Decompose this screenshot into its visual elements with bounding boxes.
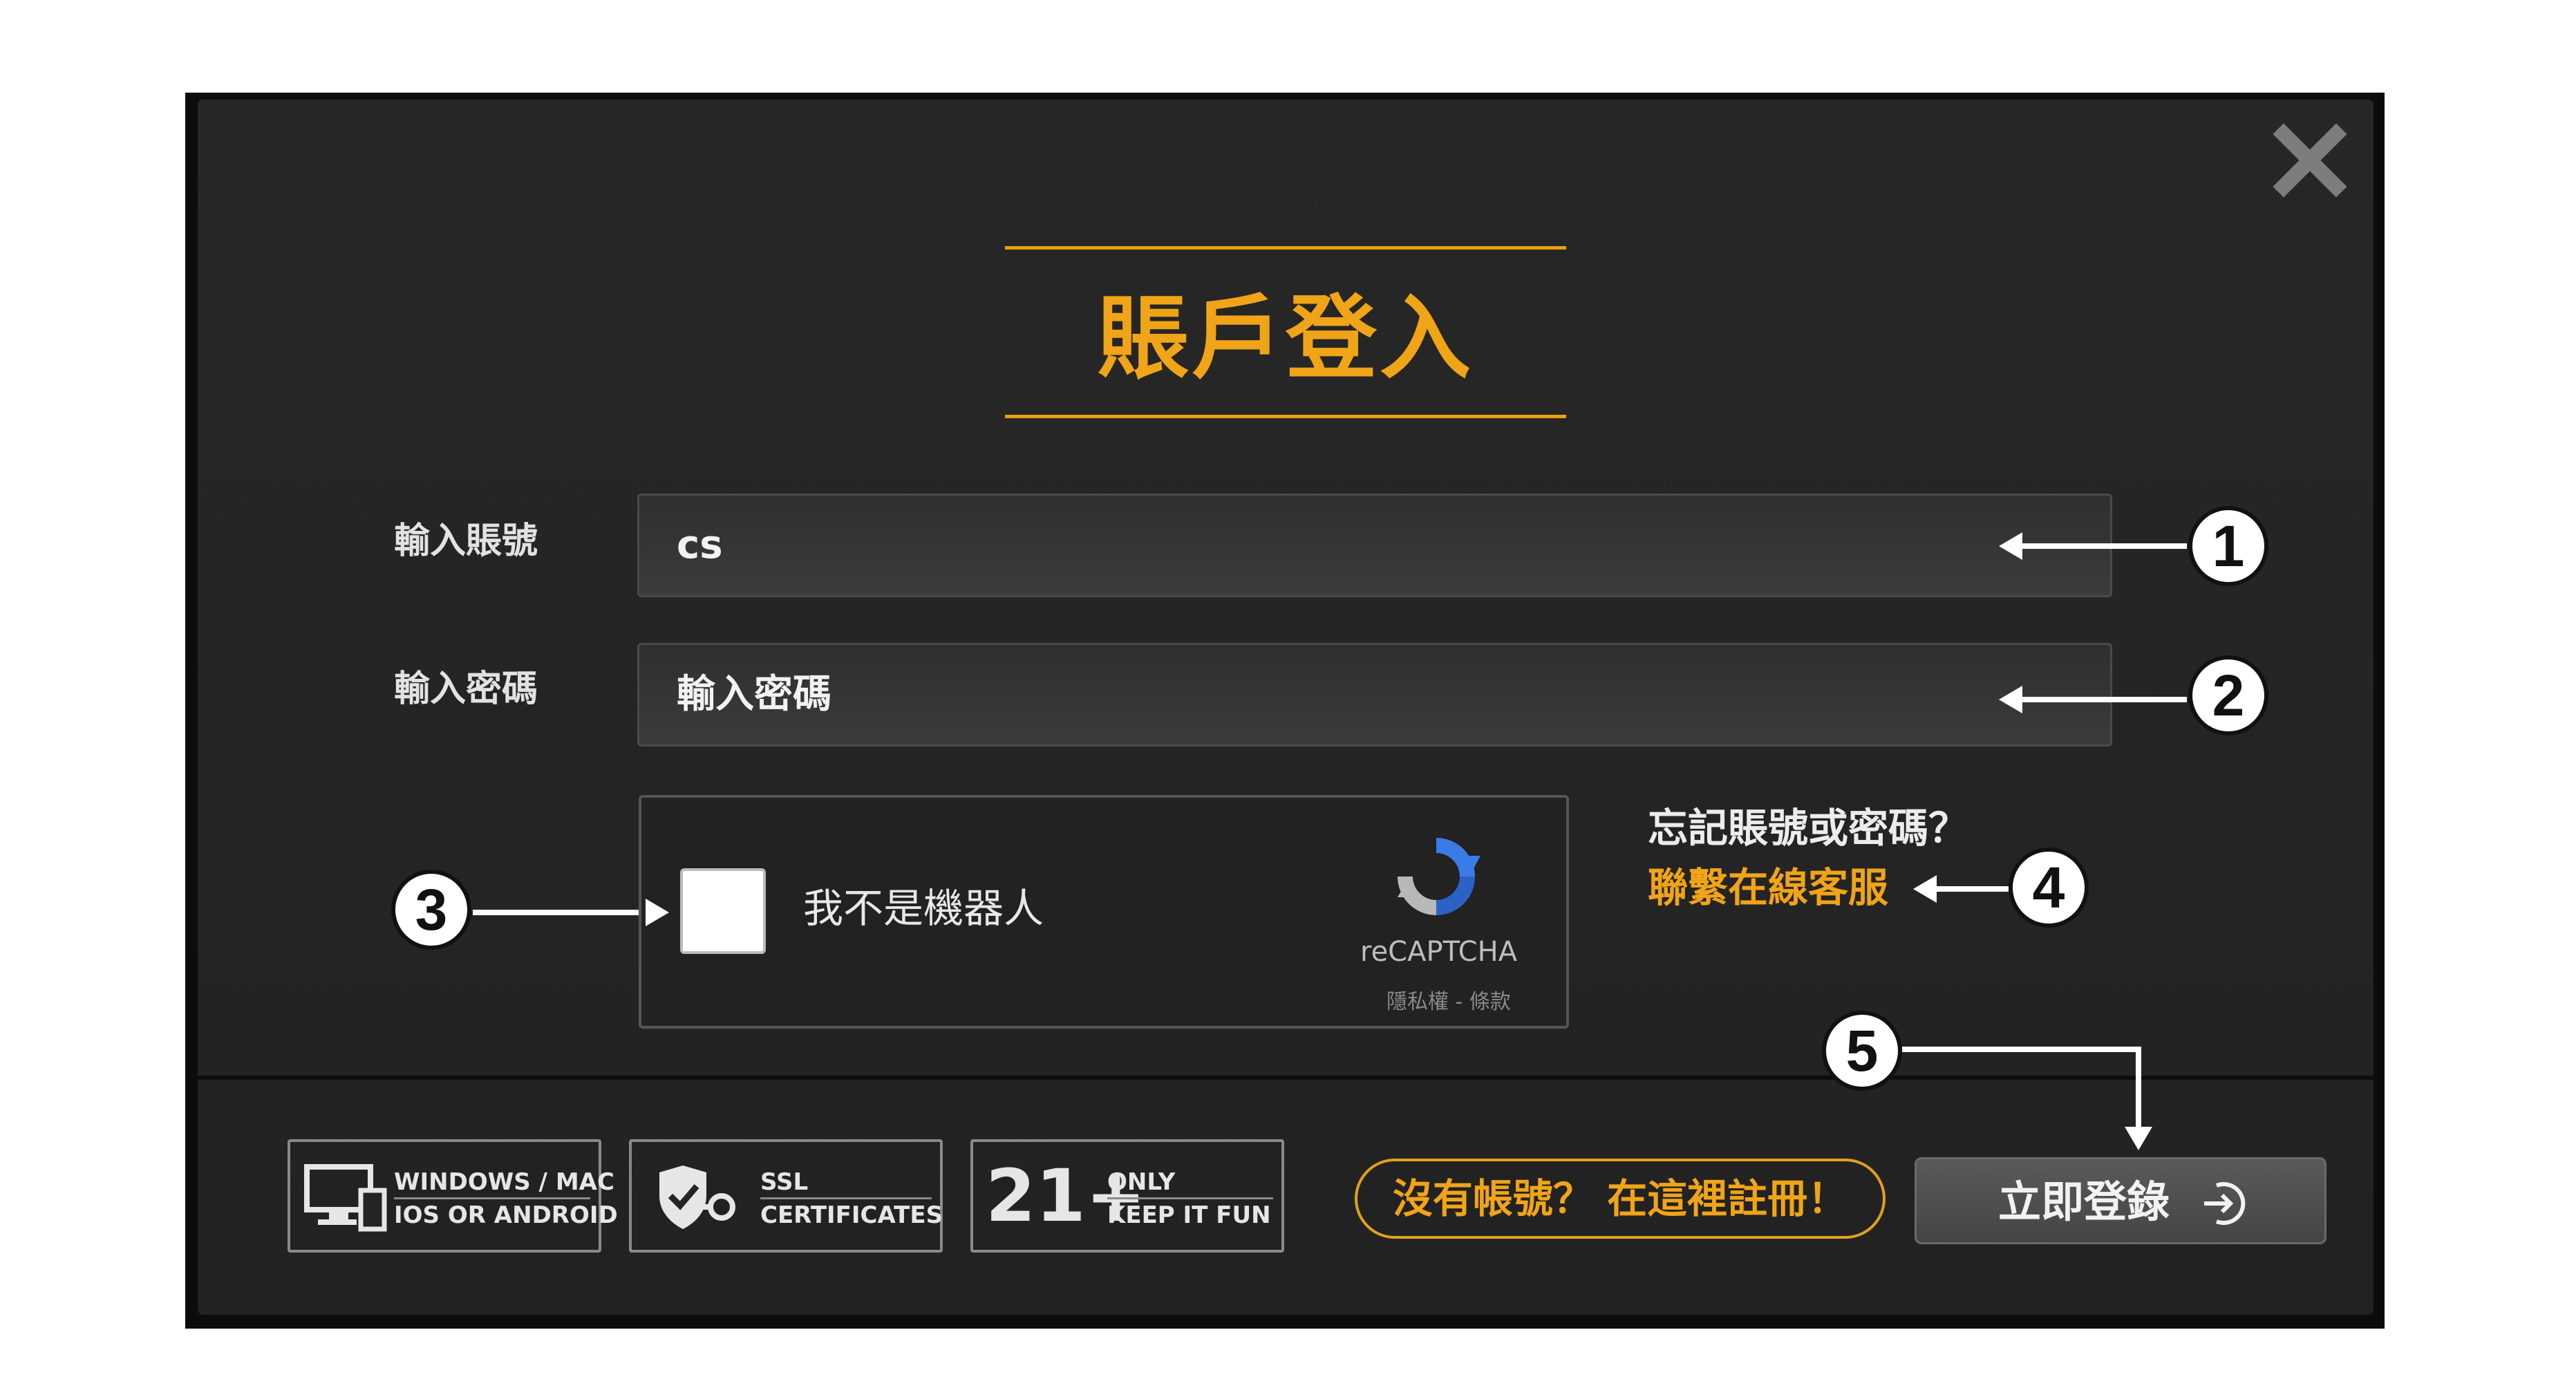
platform-line2: IOS OR ANDROID <box>394 1201 618 1229</box>
annotation-badge-4: 4 <box>2009 847 2089 928</box>
annotation-arrow-3 <box>473 910 639 915</box>
age-line2: KEEP IT FUN <box>1107 1201 1271 1229</box>
annotation-arrow-1 <box>2021 543 2187 549</box>
title-top-rule <box>1005 246 1566 250</box>
register-link-button[interactable]: 沒有帳號？ 在這裡註冊！ <box>1355 1159 1886 1239</box>
annotation-badge-3: 3 <box>391 870 471 950</box>
platform-badge: WINDOWS / MAC IOS OR ANDROID <box>288 1139 618 1253</box>
annotation-arrowhead-5 <box>2125 1127 2152 1150</box>
shield-key-icon <box>659 1165 735 1229</box>
recaptcha-label: 我不是機器人 <box>803 885 1044 932</box>
devices-icon <box>304 1164 387 1232</box>
account-input[interactable]: cs <box>637 494 2112 597</box>
footer-divider <box>198 1076 2373 1080</box>
account-label: 輸入賬號 <box>394 521 538 562</box>
recaptcha-logo-icon <box>1398 838 1480 915</box>
annotation-arrow-5-vertical <box>2136 1047 2141 1131</box>
close-icon[interactable] <box>2271 122 2349 199</box>
age-badge: 21+ ONLY KEEP IT FUN <box>970 1139 1284 1253</box>
annotation-badge-2: 2 <box>2188 655 2268 736</box>
recaptcha-brand: reCAPTCHA <box>1360 936 1518 968</box>
annotation-arrowhead-4 <box>1913 875 1937 903</box>
modal-title: 賬戶登入 <box>1098 285 1474 392</box>
annotation-arrow-2 <box>2021 697 2187 702</box>
ssl-badge: SSL CERTIFICATES <box>629 1139 943 1253</box>
forgot-credentials-text: 忘記賬號或密碼？ <box>1648 805 1969 852</box>
title-bottom-rule <box>1005 415 1566 418</box>
recaptcha-terms-link[interactable]: 隱私權 - 條款 <box>1386 984 1511 1015</box>
ssl-rule <box>760 1197 932 1199</box>
platform-rule <box>394 1197 590 1199</box>
annotation-arrowhead-2 <box>1999 686 2022 713</box>
age-line1: ONLY <box>1107 1168 1176 1196</box>
recaptcha-widget: 我不是機器人 reCAPTCHA 隱私權 - 條款 <box>639 795 1569 1029</box>
annotation-arrow-4 <box>1933 886 2009 892</box>
annotation-arrow-5-horizontal <box>1902 1047 2141 1052</box>
ssl-line2: CERTIFICATES <box>760 1201 943 1229</box>
login-button-label: 立即登錄 <box>1998 1177 2170 1227</box>
password-input[interactable]: 輸入密碼 <box>637 643 2112 747</box>
age-rule <box>1107 1197 1273 1199</box>
contact-support-link[interactable]: 聯繫在線客服 <box>1648 861 1888 914</box>
password-label: 輸入密碼 <box>394 668 538 710</box>
recaptcha-checkbox[interactable] <box>680 868 766 954</box>
login-button[interactable]: 立即登錄 <box>1915 1157 2326 1244</box>
annotation-arrowhead-1 <box>1999 532 2022 560</box>
sign-in-icon <box>2204 1182 2246 1225</box>
platform-line1: WINDOWS / MAC <box>394 1168 614 1196</box>
annotation-badge-5: 5 <box>1822 1011 1902 1091</box>
annotation-badge-1: 1 <box>2188 506 2268 586</box>
annotation-arrowhead-3 <box>646 899 669 926</box>
ssl-line1: SSL <box>760 1168 809 1196</box>
